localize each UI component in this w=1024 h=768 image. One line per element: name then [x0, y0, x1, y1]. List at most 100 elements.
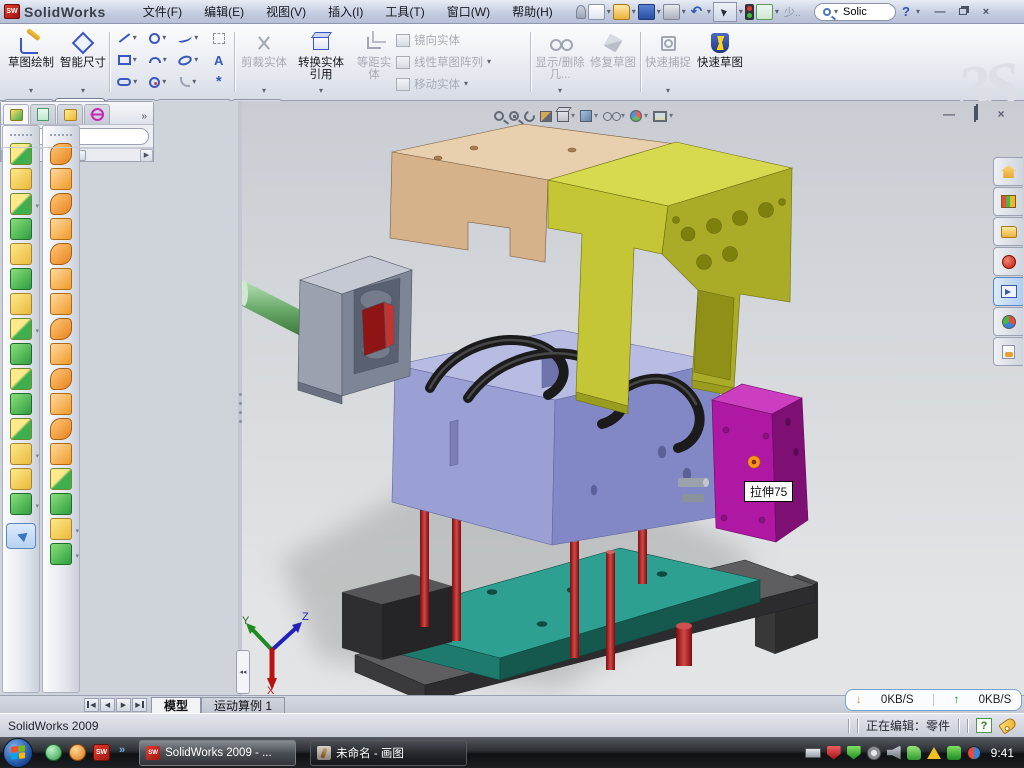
- app-quicklaunch-icon[interactable]: [69, 744, 86, 761]
- instant3d-button-pressed[interactable]: [6, 523, 36, 549]
- help-caret-icon[interactable]: ▾: [916, 8, 920, 16]
- solidworks-resources-tab[interactable]: [993, 157, 1023, 186]
- surface-tool-10-icon[interactable]: [50, 368, 72, 390]
- scene-caret-icon[interactable]: ▾: [669, 112, 673, 120]
- convert-caret-icon[interactable]: ▾: [319, 87, 323, 95]
- custom-properties-tab[interactable]: [993, 337, 1023, 366]
- sync-status-icon[interactable]: [967, 746, 981, 760]
- surface-tool-4-icon[interactable]: [50, 218, 72, 240]
- scroll-down-icon[interactable]: ▼: [141, 147, 153, 148]
- configuration-manager-tab[interactable]: [57, 104, 83, 124]
- start-button[interactable]: [3, 738, 33, 768]
- feature-manager-tree-tab[interactable]: [3, 104, 29, 124]
- next-tab-button[interactable]: ▶: [116, 698, 131, 712]
- updates-icon[interactable]: [867, 746, 881, 760]
- doc-close-button[interactable]: ×: [992, 107, 1010, 121]
- slot-tool[interactable]: ▾: [117, 78, 137, 86]
- first-tab-button[interactable]: ◀: [84, 698, 99, 712]
- dimxpert-manager-tab[interactable]: [84, 104, 110, 124]
- doc-minimize-button[interactable]: —: [940, 107, 958, 121]
- pin-icon[interactable]: [576, 5, 586, 19]
- quick-tips-icon[interactable]: ?: [976, 718, 992, 733]
- feature-tool-6-icon[interactable]: [10, 268, 32, 290]
- section-view-button[interactable]: [540, 111, 552, 122]
- selection-marquee-tool[interactable]: [213, 33, 225, 44]
- feature-tool-15-icon[interactable]: ▾: [10, 493, 32, 515]
- surface-tool-11-icon[interactable]: [50, 393, 72, 415]
- toolbar-grip[interactable]: [50, 134, 72, 137]
- hide-show-items-button[interactable]: ▾: [603, 112, 625, 121]
- appearance-caret-icon[interactable]: ▾: [644, 112, 648, 120]
- surface-tool-2-icon[interactable]: [50, 168, 72, 190]
- scroll-right-icon[interactable]: ▶: [140, 149, 153, 162]
- view-palette-tab[interactable]: [993, 277, 1023, 306]
- taskbar-window-solidworks[interactable]: SW SolidWorks 2009 - ...: [139, 740, 296, 766]
- feature-tool-2-icon[interactable]: [10, 168, 32, 190]
- rectangle-tool[interactable]: ▾: [118, 55, 137, 65]
- point-tool[interactable]: *: [216, 77, 222, 87]
- surface-tool-8-icon[interactable]: [50, 318, 72, 340]
- zoom-fit-button[interactable]: [494, 111, 504, 121]
- sketch-caret-icon[interactable]: ▾: [29, 87, 33, 95]
- sketch-fillet-caret-icon[interactable]: ▾: [192, 78, 196, 86]
- feature-tool-3-icon[interactable]: ▾: [10, 193, 32, 215]
- select-caret-icon[interactable]: ▾: [739, 8, 743, 16]
- appearances-tab[interactable]: [993, 307, 1023, 336]
- minimize-button[interactable]: —: [930, 4, 950, 20]
- undo-icon[interactable]: ↶: [688, 3, 705, 20]
- smart-dimension-caret-icon[interactable]: ▾: [81, 87, 85, 95]
- security-shield-icon[interactable]: [847, 746, 861, 760]
- menu-window[interactable]: 窗口(W): [438, 0, 499, 23]
- quicklaunch-chevron-icon[interactable]: »: [119, 744, 125, 756]
- search-input[interactable]: [841, 5, 887, 19]
- volume-icon[interactable]: [887, 746, 901, 760]
- line-caret-icon[interactable]: ▾: [133, 34, 137, 42]
- print-caret-icon[interactable]: ▾: [682, 8, 686, 16]
- help-icon[interactable]: ?: [898, 4, 914, 19]
- feature-tool-13-icon[interactable]: ▾: [10, 443, 32, 465]
- open-caret-icon[interactable]: ▾: [632, 8, 636, 16]
- messenger-tray-icon[interactable]: [907, 746, 921, 760]
- open-folder-icon[interactable]: [613, 4, 630, 20]
- toolbar-overflow-label[interactable]: 少..: [781, 4, 804, 20]
- zoom-area-button[interactable]: [509, 111, 519, 121]
- surface-tool-5-icon[interactable]: [50, 243, 72, 265]
- view-orientation-caret-icon[interactable]: ▾: [571, 112, 575, 120]
- health-shield-icon[interactable]: [947, 746, 961, 760]
- edit-appearance-button[interactable]: ▾: [630, 110, 648, 122]
- surface-tool-15-icon[interactable]: [50, 493, 72, 515]
- last-tab-button[interactable]: ▶: [132, 698, 147, 712]
- keyboard-layout-icon[interactable]: [805, 748, 821, 758]
- feature-tool-8-icon[interactable]: ▾: [10, 318, 32, 340]
- messenger-quicklaunch-icon[interactable]: [45, 744, 62, 761]
- display-style-caret-icon[interactable]: ▾: [594, 112, 598, 120]
- search-caret-icon[interactable]: ▾: [834, 8, 838, 16]
- options-list-icon[interactable]: [756, 4, 773, 20]
- view-orientation-button[interactable]: ▾: [557, 110, 575, 122]
- list-caret-icon[interactable]: ▾: [775, 8, 779, 16]
- polygon-caret-icon[interactable]: ▾: [162, 78, 166, 86]
- rotate-view-button[interactable]: [524, 111, 535, 122]
- menu-tools[interactable]: 工具(T): [376, 0, 433, 23]
- surface-tool-13-icon[interactable]: [50, 443, 72, 465]
- surface-tool-9-icon[interactable]: [50, 343, 72, 365]
- panel-splitter[interactable]: [238, 101, 242, 695]
- sketch-fillet-tool[interactable]: ▾: [180, 77, 196, 87]
- feature-tool-10-icon[interactable]: [10, 368, 32, 390]
- taskbar-clock[interactable]: 9:41: [991, 746, 1014, 760]
- sketch-text-tool[interactable]: A: [214, 53, 223, 68]
- line-tool[interactable]: ▾: [118, 34, 137, 42]
- doc-restore-button[interactable]: [966, 107, 984, 121]
- apply-scene-button[interactable]: ▾: [653, 111, 673, 122]
- save-icon[interactable]: [638, 4, 655, 20]
- antivirus-alert-icon[interactable]: [827, 746, 841, 760]
- smart-dimension-button[interactable]: 智能尺寸 ▾: [58, 27, 108, 97]
- select-tool-icon[interactable]: [713, 2, 737, 22]
- surface-tool-12-icon[interactable]: [50, 418, 72, 440]
- polygon-tool[interactable]: ▾: [149, 77, 166, 88]
- rectangle-caret-icon[interactable]: ▾: [133, 56, 137, 64]
- sketch-button[interactable]: 草图绘制 ▾: [6, 27, 56, 97]
- ellipse-caret-icon[interactable]: ▾: [194, 56, 198, 64]
- menu-insert[interactable]: 插入(I): [319, 0, 372, 23]
- menu-help[interactable]: 帮助(H): [503, 0, 562, 23]
